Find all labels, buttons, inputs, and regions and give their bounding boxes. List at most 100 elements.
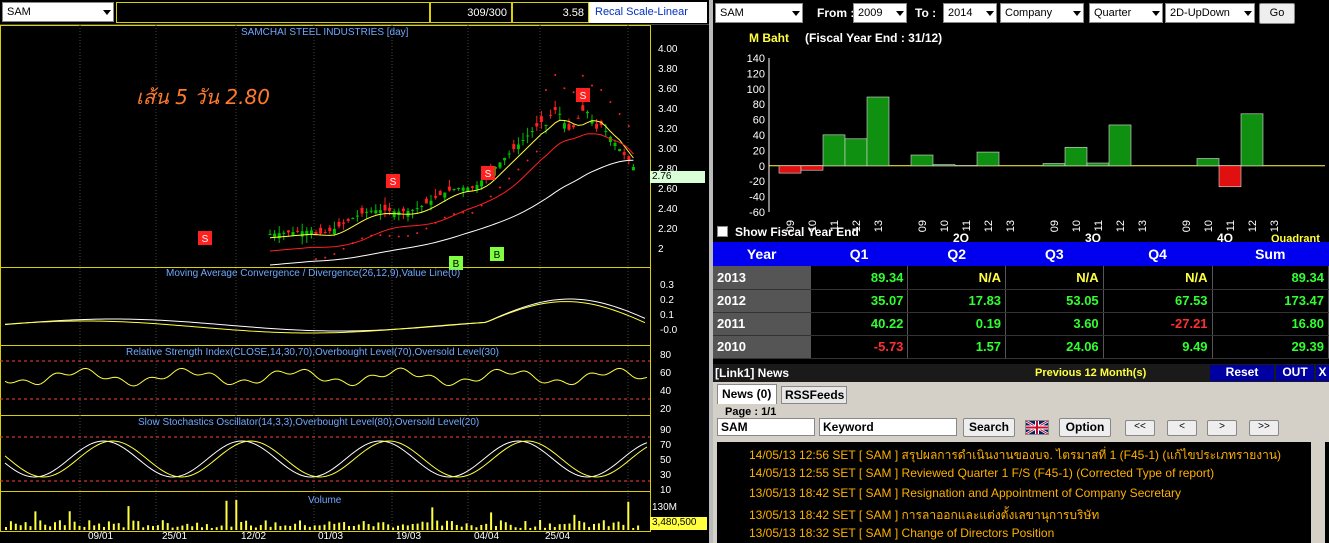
sar-dot <box>591 84 593 87</box>
table-row[interactable]: 2012 35.07 17.83 53.05 67.53 173.47 <box>713 289 1329 313</box>
to-select[interactable]: 2014 <box>943 3 997 23</box>
news-item[interactable]: 14/05/13 12:55 SET [ SAM ] Reviewed Quar… <box>749 466 1214 480</box>
news-panel: News (0) RSSFeeds Page : 1/1 SAM Keyword… <box>713 382 1329 543</box>
group-label: 4Q <box>1217 231 1233 242</box>
news-item[interactable]: 13/05/13 18:42 SET [ SAM ] Resignation a… <box>749 486 1181 500</box>
news-item[interactable]: 13/05/13 18:32 SET [ SAM ] Change of Dir… <box>749 526 1054 540</box>
date-tick: 01/03 <box>318 531 344 542</box>
volume-bar <box>313 525 316 530</box>
sar-dot <box>618 113 621 115</box>
candle-body <box>443 192 447 198</box>
chevron-down-icon <box>103 10 111 15</box>
volume-bar <box>299 520 301 530</box>
search-button[interactable]: Search <box>963 418 1015 437</box>
news-period: Previous 12 Month(s) <box>1035 367 1147 379</box>
from-select[interactable]: 2009 <box>853 3 907 23</box>
news-item[interactable]: 13/05/13 18:42 SET [ SAM ] การลาออกและแต… <box>749 506 1099 525</box>
volume-bar <box>637 525 640 530</box>
cell-year: 2012 <box>713 289 811 313</box>
out-button[interactable]: OUT <box>1276 365 1314 381</box>
col-header[interactable]: Q3 <box>1005 242 1104 266</box>
close-button[interactable]: X <box>1316 365 1329 381</box>
volume-bar <box>441 525 444 530</box>
cell-q3: 3.60 <box>1005 312 1104 336</box>
volume-bar <box>323 524 326 530</box>
table-row[interactable]: 2010 -5.73 1.57 24.06 9.49 29.39 <box>713 335 1329 359</box>
symbol-select[interactable]: SAM <box>2 2 114 22</box>
stock-chart[interactable]: SSSSBB SAMCHAI STEEL INDUSTRIES [day] เส… <box>0 25 709 543</box>
cell-q1: 35.07 <box>810 289 909 313</box>
last-page-button[interactable]: >> <box>1249 420 1279 436</box>
news-symbol-input[interactable]: SAM <box>717 418 815 436</box>
earnings-bar <box>1042 163 1066 167</box>
earnings-bar <box>1064 146 1088 167</box>
type-select[interactable]: Company <box>1000 3 1084 23</box>
keyword-input[interactable]: Keyword <box>819 418 957 436</box>
price-axis: 4.00 3.80 3.60 3.40 3.20 3.00 2.80 2.60 2.40 2.20… <box>658 40 677 260</box>
tab-news[interactable]: News (0) <box>717 384 777 404</box>
volume-bar <box>235 500 238 530</box>
candle-body <box>323 232 327 234</box>
volume-bar <box>627 501 630 530</box>
stoch-axis-tick: 10 <box>660 485 672 496</box>
news-item[interactable]: 14/05/13 12:56 SET [ SAM ] สรุปผลการดำเน… <box>749 446 1281 465</box>
volume-bar <box>166 523 169 530</box>
table-row[interactable]: 2013 89.34 N/A N/A N/A 89.34 <box>713 266 1329 290</box>
option-button[interactable]: Option <box>1059 418 1111 437</box>
volume-bar <box>240 521 243 530</box>
volume-bar <box>333 523 336 530</box>
col-header[interactable]: Year <box>713 242 811 266</box>
chevron-down-icon <box>792 11 800 16</box>
cell-year: 2011 <box>713 312 811 336</box>
flag-icon[interactable] <box>1025 419 1049 436</box>
fin-symbol-select[interactable]: SAM <box>715 3 803 23</box>
cell-q3: N/A <box>1005 266 1104 290</box>
candle-body <box>388 207 392 211</box>
stoch-k-line <box>4 440 648 478</box>
volume-bar <box>426 522 429 530</box>
prev-page-button[interactable]: < <box>1167 420 1197 436</box>
stoch-axis: 90 70 50 30 10 <box>660 423 671 498</box>
volume-bar <box>107 521 110 530</box>
volume-bar <box>485 523 488 530</box>
period-select[interactable]: Quarter <box>1089 3 1163 23</box>
y-tick: 100 <box>747 84 765 96</box>
from-value: 2009 <box>858 7 883 19</box>
rsi-axis-tick: 40 <box>660 386 672 397</box>
first-page-button[interactable]: << <box>1125 420 1155 436</box>
candle-body <box>300 231 304 237</box>
volume-bar <box>254 527 257 530</box>
col-header[interactable]: Q1 <box>810 242 908 266</box>
earnings-table: Year Q1 Q2 Q3 Q4 Sum 2013 89.34 N/A N/A N/A 89.34 2… <box>713 242 1329 359</box>
candle-body <box>553 107 557 111</box>
volume-bar <box>171 527 174 530</box>
col-header[interactable]: Q4 <box>1103 242 1213 266</box>
news-scrollbar[interactable] <box>1311 442 1325 543</box>
cell-year: 2010 <box>713 335 811 359</box>
sar-dot <box>526 159 529 162</box>
candle-body <box>351 218 355 220</box>
recal-scale-button[interactable]: Recal Scale-Linear <box>589 2 707 23</box>
macd-axis: 0.3 0.2 0.1 -0.0 <box>660 278 677 338</box>
stoch-axis-tick: 90 <box>660 425 672 436</box>
reset-button[interactable]: Reset <box>1210 365 1274 381</box>
col-header[interactable]: Q2 <box>907 242 1006 266</box>
view-select[interactable]: 2D-UpDown <box>1165 3 1255 23</box>
go-button[interactable]: Go <box>1259 3 1295 24</box>
show-fiscal-checkbox[interactable] <box>717 226 728 237</box>
date-tick: 09/01 <box>88 531 114 542</box>
tab-rss[interactable]: RSSFeeds <box>781 386 847 404</box>
next-page-button[interactable]: > <box>1207 420 1237 436</box>
cell-q1: 89.34 <box>810 266 909 290</box>
chevron-down-icon <box>1152 11 1160 16</box>
volume-bar <box>201 527 203 530</box>
chart-canvas[interactable]: SSSSBB <box>0 25 709 543</box>
table-row[interactable]: 2011 40.22 0.19 3.60 -27.21 16.80 <box>713 312 1329 336</box>
macd-axis-tick: 0.3 <box>660 280 674 291</box>
volume-bar <box>612 522 615 530</box>
col-header[interactable]: Sum <box>1212 242 1329 266</box>
volume-bar <box>460 526 463 530</box>
counter-box: 309/300 <box>430 2 512 23</box>
earnings-bar <box>1196 158 1220 167</box>
volume-unit: 130M <box>652 502 678 513</box>
